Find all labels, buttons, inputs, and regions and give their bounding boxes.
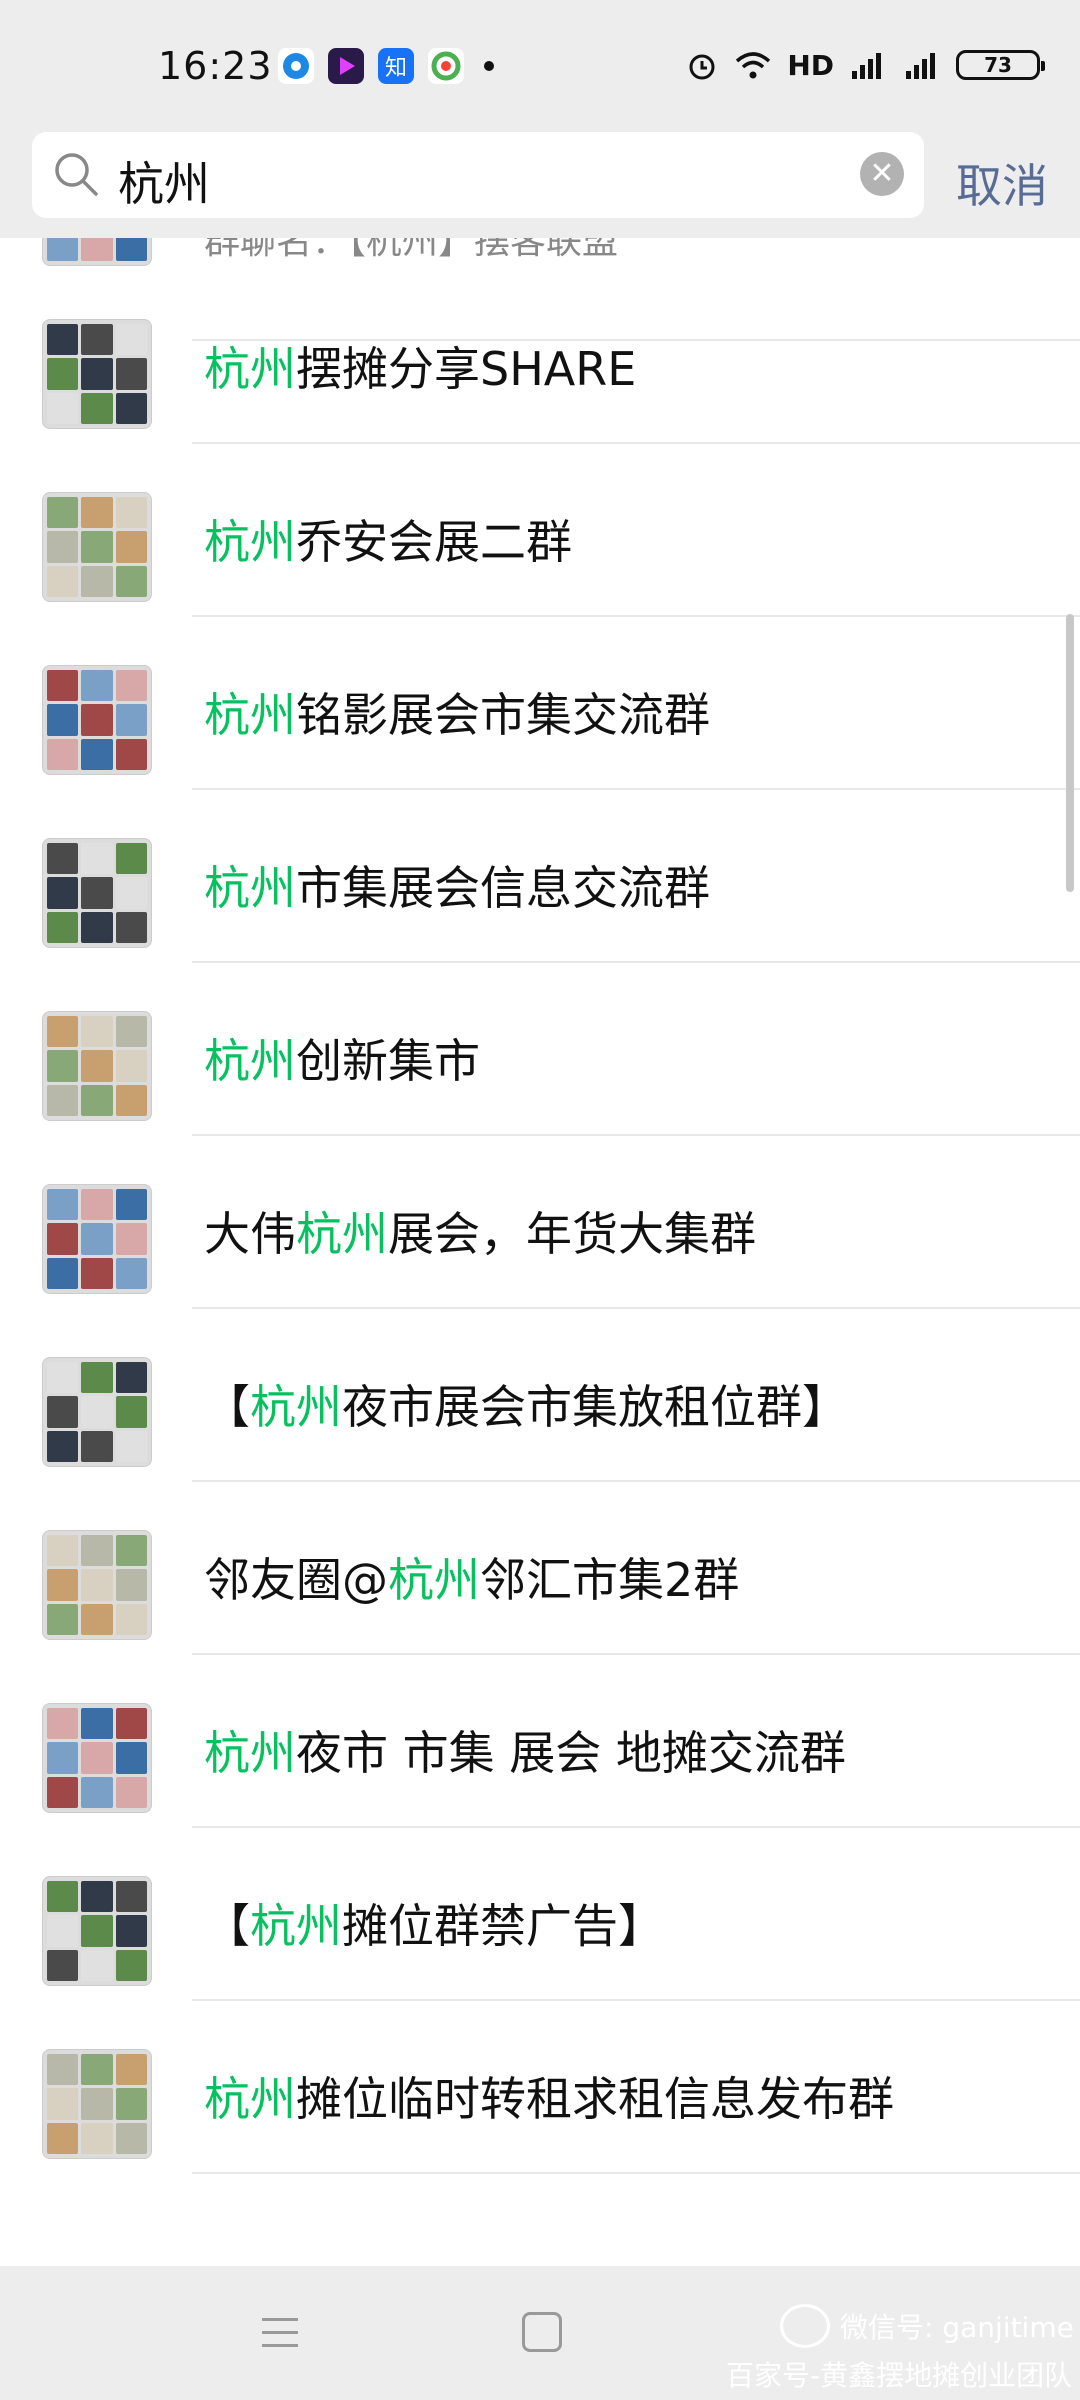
keyword-highlight: 杭州 — [250, 1380, 342, 1434]
home-icon[interactable] — [522, 2312, 562, 2352]
keyword-highlight: 杭州 — [204, 688, 296, 742]
result-row[interactable]: 邻友圈@杭州邻汇市集2群 — [0, 1482, 1080, 1655]
network-label: HD — [787, 48, 834, 82]
clear-icon[interactable]: ✕ — [860, 152, 904, 196]
result-row[interactable]: 大伟杭州展会，年货大集群 — [0, 1136, 1080, 1309]
group-avatar — [42, 492, 152, 602]
name-text: 摊位临时转租求租信息发布群 — [296, 2072, 894, 2126]
result-row[interactable]: 杭州市集展会信息交流群 — [0, 790, 1080, 963]
search-query[interactable]: 杭州 — [118, 148, 210, 214]
result-row[interactable]: 杭州乔安会展二群 — [0, 444, 1080, 617]
group-avatar — [42, 319, 152, 429]
watermark-wechat: 微信号: ganjitime — [780, 2304, 1074, 2348]
keyword-highlight: 杭州 — [204, 515, 296, 569]
browser-icon — [428, 48, 464, 84]
name-text: 摆摊分享SHARE — [296, 342, 637, 396]
video-app-icon — [328, 48, 364, 84]
group-avatar — [42, 1530, 152, 1640]
group-name: 杭州摆摊分享SHARE — [204, 333, 636, 399]
name-text: 创新集市 — [296, 1034, 480, 1088]
search-input[interactable]: 杭州 ✕ — [32, 132, 924, 218]
result-row[interactable]: 杭州摆摊分享SHARE — [0, 271, 1080, 444]
group-avatar — [42, 1703, 152, 1813]
name-text: 摊位群禁广告】 — [342, 1899, 664, 1953]
search-results-list: 【杭州】摆客联盟【不】群聊名：【杭州】摆客联盟杭州摆摊分享SHARE杭州乔安会展… — [0, 238, 1080, 2264]
name-text: 展会，年货大集群 — [388, 1207, 756, 1261]
group-subtitle: 群聊名：【杭州】摆客联盟 — [204, 238, 619, 262]
group-name: 【杭州摊位群禁广告】 — [204, 1890, 664, 1956]
name-text: 市集展会信息交流群 — [296, 861, 710, 915]
navigation-bar: 微信号: ganjitime 百家号-黄鑫摆地摊创业团队 — [0, 2266, 1080, 2400]
system-icons: HD 73 — [685, 48, 1045, 82]
keyword-highlight: 杭州 — [204, 1726, 296, 1780]
group-avatar — [42, 1184, 152, 1294]
group-name: 杭州市集展会信息交流群 — [204, 852, 710, 918]
group-avatar — [42, 665, 152, 775]
group-name: 邻友圈@杭州邻汇市集2群 — [204, 1544, 739, 1610]
status-time: 16:23 — [158, 44, 273, 88]
group-name: 杭州摊位临时转租求租信息发布群 — [204, 2063, 894, 2129]
name-text: 【 — [204, 1380, 250, 1434]
notification-icons: 知 — [278, 48, 494, 84]
name-text: 邻友圈@ — [204, 1553, 388, 1607]
name-text: 大伟 — [204, 1207, 296, 1261]
keyword-highlight: 杭州 — [388, 1553, 480, 1607]
group-avatar — [42, 838, 152, 948]
keyword-highlight: 杭州 — [296, 1207, 388, 1261]
group-avatar — [42, 238, 152, 266]
alarm-icon — [689, 54, 715, 80]
signal-icon-2 — [906, 53, 935, 79]
result-row[interactable]: 【杭州夜市展会市集放租位群】 — [0, 1309, 1080, 1482]
group-name: 杭州夜市 市集 展会 地摊交流群 — [204, 1717, 846, 1783]
result-row[interactable]: 杭州铭影展会市集交流群 — [0, 617, 1080, 790]
cancel-button[interactable]: 取消 — [956, 150, 1048, 216]
search-bar: 杭州 ✕ 取消 — [0, 120, 1080, 238]
name-text: 夜市展会市集放租位群】 — [342, 1380, 848, 1434]
group-name: 【杭州夜市展会市集放租位群】 — [204, 1371, 848, 1437]
group-avatar — [42, 1011, 152, 1121]
name-text: 夜市 市集 展会 地摊交流群 — [296, 1726, 846, 1780]
battery-indicator: 73 — [956, 50, 1045, 80]
group-avatar — [42, 2049, 152, 2159]
keyword-highlight: 杭州 — [250, 1899, 342, 1953]
status-bar: 16:23 知 HD 73 — [0, 0, 1080, 120]
keyword-highlight: 杭州 — [204, 1034, 296, 1088]
group-name: 杭州乔安会展二群 — [204, 506, 572, 572]
app-notification-icon — [278, 48, 314, 84]
wechat-icon — [780, 2304, 830, 2348]
more-notifications-icon — [484, 61, 494, 71]
name-text: 【 — [204, 1899, 250, 1953]
result-row[interactable]: 【杭州摊位群禁广告】 — [0, 1828, 1080, 2001]
menu-icon[interactable] — [262, 2318, 298, 2348]
keyword-highlight: 杭州 — [204, 342, 296, 396]
row-divider — [192, 2172, 1080, 2174]
search-icon — [55, 153, 98, 196]
name-text: 邻汇市集2群 — [480, 1553, 740, 1607]
result-row[interactable]: 杭州创新集市 — [0, 963, 1080, 1136]
group-name: 杭州创新集市 — [204, 1025, 480, 1091]
keyword-highlight: 杭州 — [204, 2072, 296, 2126]
result-row[interactable]: 杭州夜市 市集 展会 地摊交流群 — [0, 1655, 1080, 1828]
group-name: 大伟杭州展会，年货大集群 — [204, 1198, 756, 1264]
group-name: 杭州铭影展会市集交流群 — [204, 679, 710, 745]
group-avatar — [42, 1876, 152, 1986]
wifi-icon — [736, 52, 771, 79]
signal-icon-1 — [852, 53, 881, 79]
watermark-line1: 微信号: ganjitime — [840, 2311, 1074, 2344]
result-row[interactable]: 杭州摊位临时转租求租信息发布群 — [0, 2001, 1080, 2174]
name-text: 乔安会展二群 — [296, 515, 572, 569]
name-text: 铭影展会市集交流群 — [296, 688, 710, 742]
scrollbar[interactable] — [1066, 614, 1074, 892]
group-avatar — [42, 1357, 152, 1467]
keyword-highlight: 杭州 — [204, 861, 296, 915]
watermark-line2: 百家号-黄鑫摆地摊创业团队 — [726, 2359, 1073, 2392]
zhihu-icon: 知 — [378, 48, 414, 84]
